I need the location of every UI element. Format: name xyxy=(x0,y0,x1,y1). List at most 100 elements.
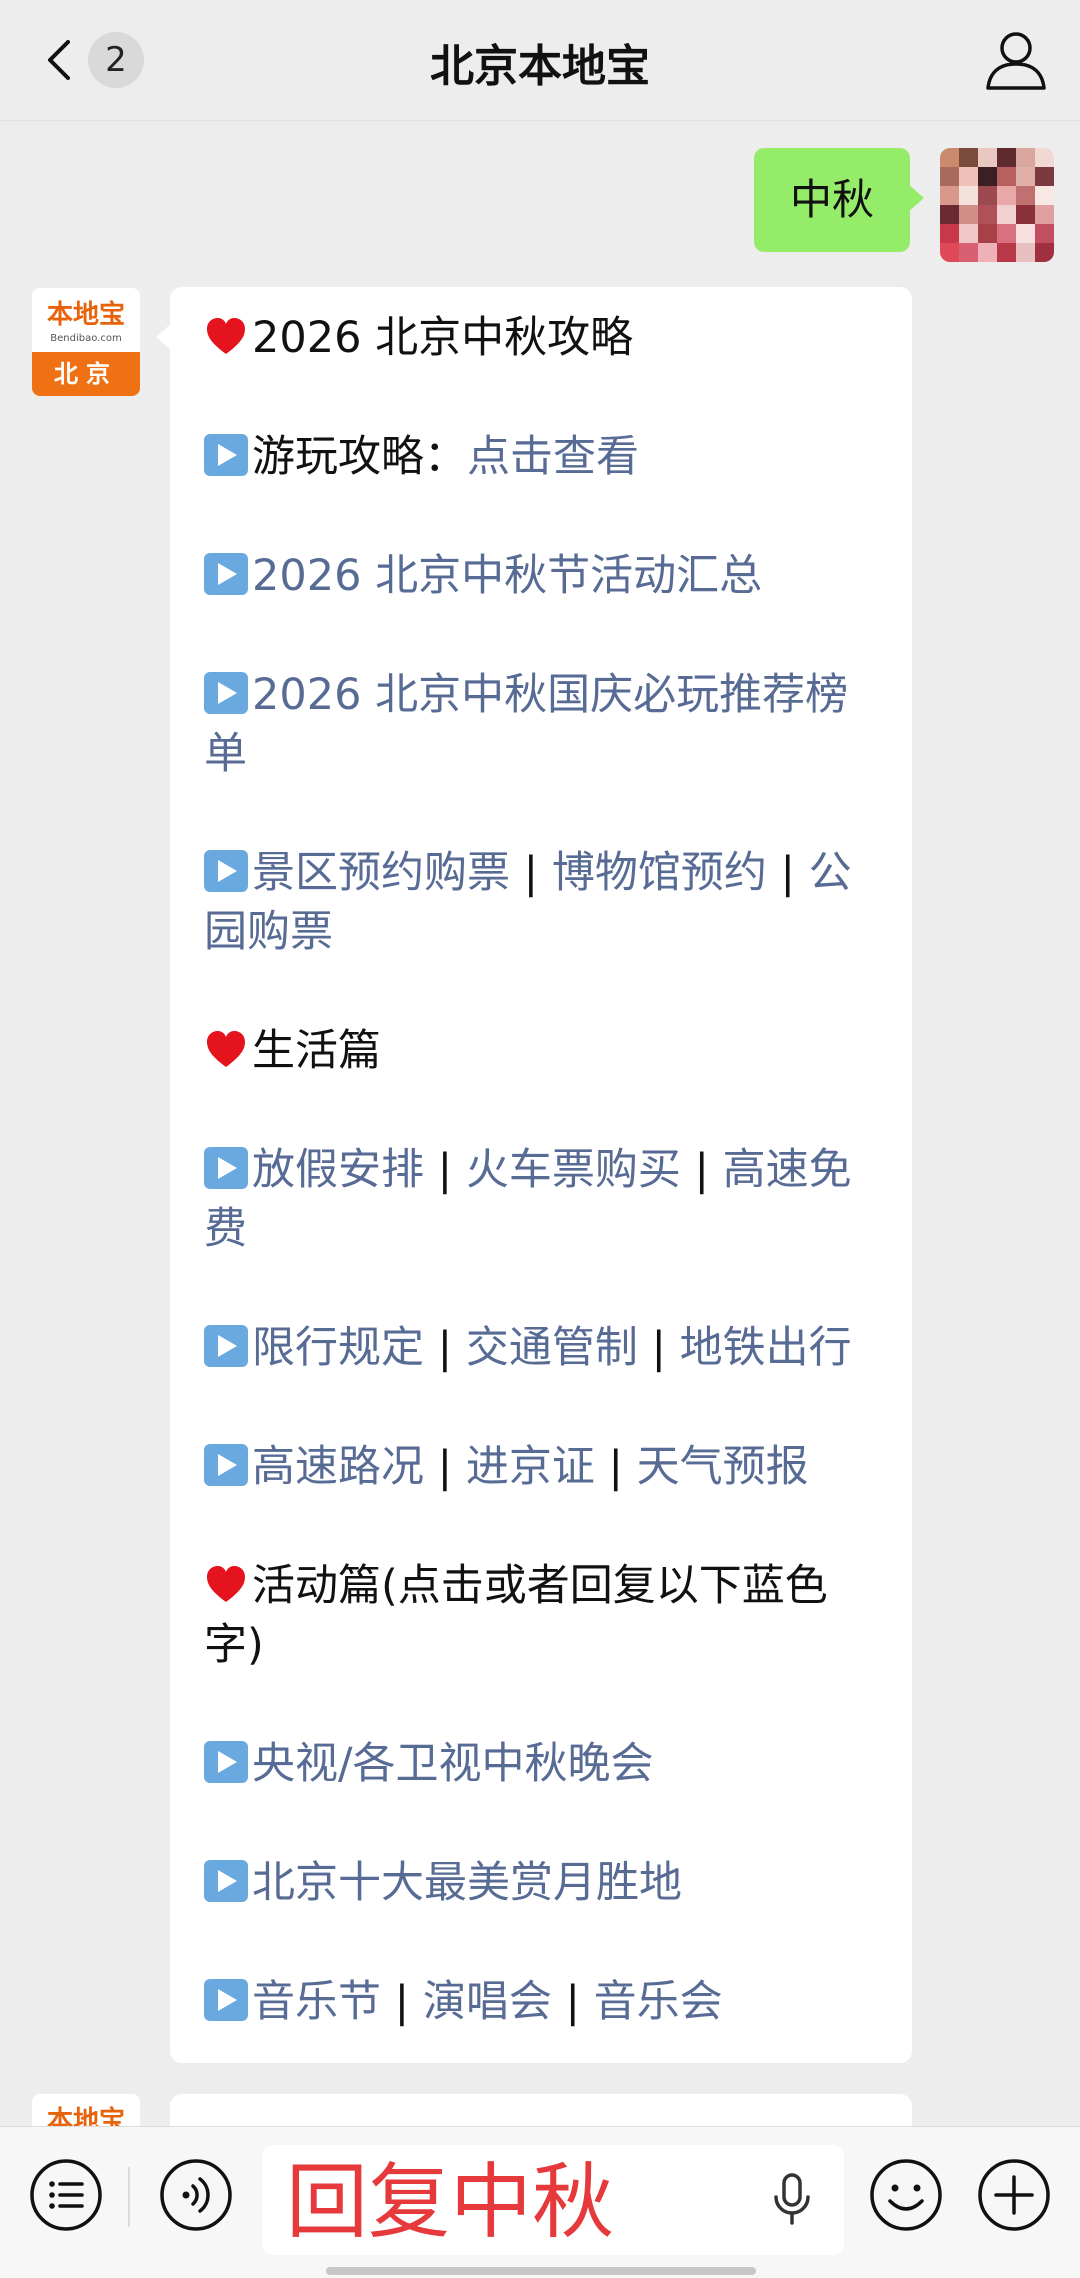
avatar-pixel xyxy=(1035,224,1054,243)
chat-header: 2 北京本地宝 xyxy=(0,0,1080,121)
reply-link[interactable]: 点击查看 xyxy=(467,432,639,482)
bot-avatar[interactable]: 本地宝 Bendibao.com 北京 xyxy=(32,288,140,396)
reply-link[interactable]: 景区预约购票 xyxy=(252,848,510,898)
avatar-pixel xyxy=(1035,243,1054,262)
bot-logo-city: 北京 xyxy=(32,352,140,396)
avatar-pixel xyxy=(1016,243,1035,262)
reply-heading-text: 活动篇(点击或者回复以下蓝色字) xyxy=(204,1561,828,1670)
avatar-pixel xyxy=(959,224,978,243)
list-menu-icon[interactable] xyxy=(28,2157,104,2233)
play-icon xyxy=(204,672,248,714)
link-separator: | xyxy=(551,1977,594,2027)
avatar-pixel xyxy=(997,167,1016,186)
avatar-pixel xyxy=(997,243,1016,262)
avatar-pixel xyxy=(940,243,959,262)
reply-item: 放假安排 | 火车票购买 | 高速免费 xyxy=(204,1141,882,1259)
avatar-pixel xyxy=(959,186,978,205)
play-icon xyxy=(204,1860,248,1902)
play-icon xyxy=(204,553,248,595)
person-icon[interactable] xyxy=(982,26,1050,94)
reply-link[interactable]: 博物馆预约 xyxy=(552,848,767,898)
play-icon xyxy=(204,850,248,892)
reply-link[interactable]: 音乐会 xyxy=(594,1977,723,2027)
microphone-icon[interactable] xyxy=(768,2169,816,2229)
reply-item: 2026 北京中秋节活动汇总 xyxy=(204,547,882,606)
reply-heading: 活动篇(点击或者回复以下蓝色字) xyxy=(204,1557,882,1675)
avatar-pixel xyxy=(997,224,1016,243)
sent-message-bubble[interactable]: 中秋 xyxy=(754,148,924,252)
reply-link[interactable]: 交通管制 xyxy=(466,1323,652,1373)
reply-link[interactable]: 天气预报 xyxy=(637,1442,809,1492)
reply-link[interactable]: 进京证 xyxy=(466,1442,595,1492)
avatar-pixel xyxy=(1016,148,1035,167)
avatar-pixel xyxy=(959,148,978,167)
avatar-pixel xyxy=(1035,167,1054,186)
typed-text: 回复中秋 xyxy=(286,2155,615,2250)
input-bar-divider xyxy=(128,2167,130,2227)
reply-link[interactable]: 限行规定 xyxy=(252,1323,424,1373)
reply-item: 音乐节 | 演唱会 | 音乐会 xyxy=(204,1973,882,2032)
emoji-icon[interactable] xyxy=(868,2157,944,2233)
avatar-pixel xyxy=(997,148,1016,167)
reply-message-bubble: 2026 北京中秋攻略 游玩攻略：点击查看 2026 北京中秋节活动汇总 2026 北… xyxy=(156,287,912,2063)
reply-item: 景区预约购票 | 博物馆预约 | 公园购票 xyxy=(204,844,882,962)
bot-logo-subtext: Bendibao.com xyxy=(50,333,122,344)
reply-link[interactable]: 央视/各卫视中秋晚会 xyxy=(252,1739,654,1789)
avatar-pixel xyxy=(1016,205,1035,224)
avatar-pixel xyxy=(997,205,1016,224)
avatar-pixel xyxy=(959,205,978,224)
reply-link[interactable]: 放假安排 xyxy=(252,1145,424,1195)
reply-link[interactable]: 2026 北京中秋节活动汇总 xyxy=(252,551,762,601)
reply-link[interactable]: 北京十大最美赏月胜地 xyxy=(252,1858,682,1908)
reply-heading-text: 生活篇 xyxy=(252,1026,381,1076)
avatar-pixel xyxy=(978,243,997,262)
avatar-pixel xyxy=(1035,186,1054,205)
reply-link[interactable]: 演唱会 xyxy=(423,1977,552,2027)
avatar-pixel xyxy=(940,205,959,224)
user-avatar[interactable] xyxy=(940,148,1054,262)
link-separator: | xyxy=(594,1442,637,1492)
avatar-pixel xyxy=(1035,205,1054,224)
avatar-pixel xyxy=(940,148,959,167)
message-input[interactable]: 回复中秋 xyxy=(262,2145,844,2255)
reply-link[interactable]: 高速路况 xyxy=(252,1442,424,1492)
plus-icon[interactable] xyxy=(976,2157,1052,2233)
avatar-pixel xyxy=(940,224,959,243)
reply-heading: 生活篇 xyxy=(204,1022,882,1081)
avatar-pixel xyxy=(959,243,978,262)
input-bar: 回复中秋 xyxy=(0,2126,1080,2278)
reply-item: 央视/各卫视中秋晚会 xyxy=(204,1735,882,1794)
bot-logo: 本地宝 Bendibao.com xyxy=(32,288,140,352)
avatar-pixel xyxy=(978,186,997,205)
avatar-pixel xyxy=(978,224,997,243)
reply-link[interactable]: 2026 北京中秋国庆必玩推荐榜单 xyxy=(204,670,848,779)
link-separator: | xyxy=(766,848,809,898)
play-icon xyxy=(204,1444,248,1486)
avatar-pixel xyxy=(978,148,997,167)
link-separator: | xyxy=(424,1442,466,1492)
play-icon xyxy=(204,1741,248,1783)
play-icon xyxy=(204,1147,248,1189)
reply-heading: 2026 北京中秋攻略 xyxy=(204,309,882,368)
reply-item: 高速路况 | 进京证 | 天气预报 xyxy=(204,1438,882,1497)
play-icon xyxy=(204,1325,248,1367)
link-separator: | xyxy=(680,1145,723,1195)
avatar-pixel xyxy=(940,186,959,205)
link-separator: | xyxy=(424,1323,466,1373)
avatar-pixel xyxy=(1035,148,1054,167)
avatar-pixel xyxy=(978,167,997,186)
avatar-pixel xyxy=(1016,167,1035,186)
reply-heading-text: 2026 北京中秋攻略 xyxy=(252,313,634,363)
play-icon xyxy=(204,434,248,476)
play-icon xyxy=(204,1979,248,2021)
chat-title: 北京本地宝 xyxy=(430,41,650,92)
avatar-pixel xyxy=(978,205,997,224)
reply-link[interactable]: 音乐节 xyxy=(252,1977,381,2027)
reply-item-label: 游玩攻略： xyxy=(252,432,467,482)
link-separator: | xyxy=(424,1145,466,1195)
reply-link[interactable]: 地铁出行 xyxy=(680,1323,852,1373)
link-separator: | xyxy=(651,1323,680,1373)
reply-link[interactable]: 火车票购买 xyxy=(466,1145,681,1195)
voice-icon[interactable] xyxy=(158,2157,234,2233)
avatar-pixel xyxy=(1016,186,1035,205)
